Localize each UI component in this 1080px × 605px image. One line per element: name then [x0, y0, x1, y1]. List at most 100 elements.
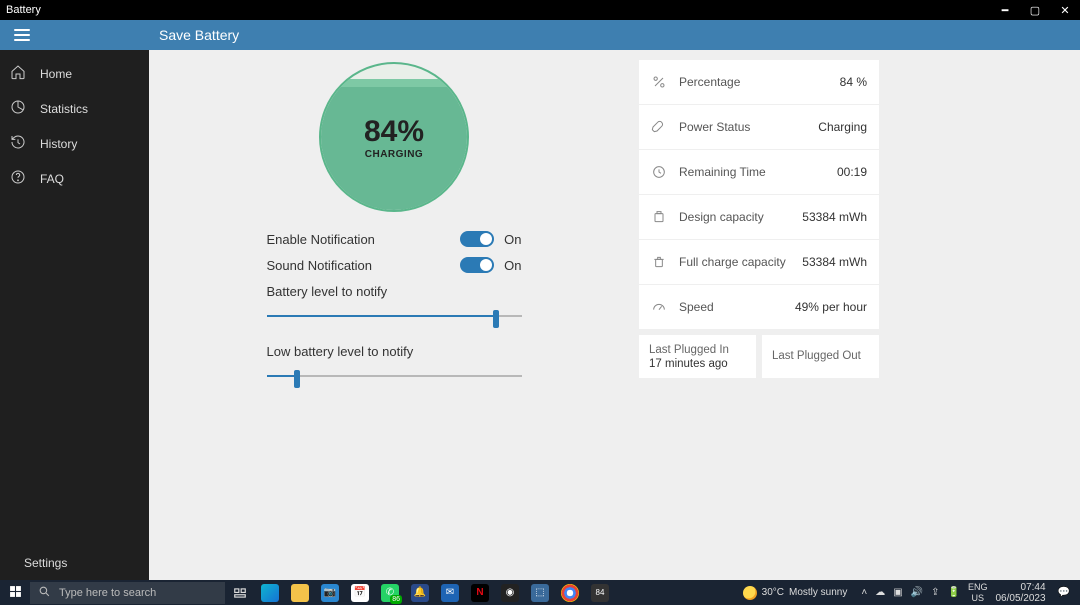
sidebar-item-statistics[interactable]: Statistics: [0, 91, 149, 126]
info-last-plugged-out: Last Plugged Out: [762, 335, 879, 378]
weather-desc: Mostly sunny: [789, 587, 847, 598]
info-value: 84 %: [840, 75, 867, 89]
window-title: Battery: [6, 4, 41, 16]
sidebar-item-faq[interactable]: FAQ: [0, 161, 149, 196]
info-label: Speed: [679, 300, 783, 314]
rocket-icon: [651, 119, 667, 135]
sidebar-item-label: Home: [40, 67, 72, 81]
task-view-button[interactable]: [225, 580, 255, 605]
taskbar-weather[interactable]: 30°C Mostly sunny: [743, 586, 848, 600]
sidebar: Home Statistics History FAQ: [0, 50, 149, 580]
start-button[interactable]: [0, 585, 30, 601]
info-value: 00:19: [837, 165, 867, 179]
sidebar-item-label: Settings: [24, 556, 67, 570]
taskbar-app-figma[interactable]: ◉: [495, 580, 525, 605]
tray-chevron-up-icon[interactable]: ˄: [861, 587, 867, 598]
info-percentage: Percentage 84 %: [639, 60, 879, 104]
info-value: 53384 mWh: [802, 255, 867, 269]
sidebar-item-home[interactable]: Home: [0, 56, 149, 91]
info-value: 49% per hour: [795, 300, 867, 314]
battery-percentage-text: 84%: [364, 115, 424, 149]
taskbar-app-netflix[interactable]: N: [465, 580, 495, 605]
enable-notification-toggle[interactable]: [460, 231, 494, 247]
sound-notification-label: Sound Notification: [267, 258, 461, 273]
sound-notification-state: On: [504, 258, 521, 273]
weather-temp: 30°C: [762, 587, 784, 598]
clock-icon: [651, 164, 667, 180]
taskbar-search-placeholder: Type here to search: [59, 587, 156, 599]
info-speed: Speed 49% per hour: [639, 285, 879, 329]
tray-onedrive-icon[interactable]: ☁: [875, 587, 885, 598]
tray-wifi-icon[interactable]: ⇪: [931, 587, 939, 598]
sidebar-item-label: Statistics: [40, 102, 88, 116]
main-content: 84% CHARGING Enable Notification On Soun…: [149, 50, 1080, 580]
taskbar-app-battery[interactable]: 84: [585, 580, 615, 605]
enable-notification-label: Enable Notification: [267, 232, 461, 247]
search-icon: [38, 585, 51, 601]
info-label: Remaining Time: [679, 165, 825, 179]
help-icon: [10, 169, 26, 188]
info-full-capacity: Full charge capacity 53384 mWh: [639, 240, 879, 284]
info-label: Power Status: [679, 120, 806, 134]
info-label: Full charge capacity: [679, 255, 790, 269]
battery-level-slider[interactable]: [267, 308, 522, 324]
tray-meet-icon[interactable]: ▣: [893, 587, 902, 598]
info-label: Last Plugged Out: [772, 350, 869, 362]
page-title: Save Battery: [159, 27, 239, 43]
info-design-capacity: Design capacity 53384 mWh: [639, 195, 879, 239]
taskbar-app-unknown1[interactable]: 🔔: [405, 580, 435, 605]
system-tray: ˄ ☁ ▣ 🔊 ⇪ 🔋 ENG US 07:44 06/05/2023 💬: [861, 582, 1080, 604]
taskbar-app-edge[interactable]: [255, 580, 285, 605]
low-battery-slider[interactable]: [267, 368, 522, 384]
whatsapp-badge: 86: [390, 595, 402, 604]
tray-battery-icon[interactable]: 🔋: [948, 587, 960, 598]
sidebar-item-settings[interactable]: Settings: [0, 546, 149, 580]
sound-notification-toggle[interactable]: [460, 257, 494, 273]
history-icon: [10, 134, 26, 153]
gauge-icon: [651, 299, 667, 315]
low-battery-slider-label: Low battery level to notify: [267, 344, 522, 359]
info-power-status: Power Status Charging: [639, 105, 879, 149]
sidebar-item-label: FAQ: [40, 172, 64, 186]
taskbar-app-unknown2[interactable]: ⬚: [525, 580, 555, 605]
battery-icon: [651, 209, 667, 225]
sun-icon: [743, 586, 757, 600]
windows-taskbar: Type here to search 📷 📅 ✆86 🔔 ✉ N ◉ ⬚ 84…: [0, 580, 1080, 605]
tray-clock[interactable]: 07:44 06/05/2023: [995, 582, 1045, 604]
percent-icon: [651, 74, 667, 90]
enable-notification-state: On: [504, 232, 521, 247]
taskbar-app-mail[interactable]: ✉: [435, 580, 465, 605]
info-panel: Percentage 84 % Power Status Charging Re…: [639, 60, 879, 580]
app-header: Save Battery: [0, 20, 1080, 50]
tray-volume-icon[interactable]: 🔊: [911, 587, 923, 598]
maximize-button[interactable]: ▢: [1020, 4, 1050, 17]
pie-chart-icon: [10, 99, 26, 118]
sidebar-item-history[interactable]: History: [0, 126, 149, 161]
taskbar-app-whatsapp[interactable]: ✆86: [375, 580, 405, 605]
battery-level-slider-label: Battery level to notify: [267, 284, 522, 299]
taskbar-app-explorer[interactable]: [285, 580, 315, 605]
taskbar-search[interactable]: Type here to search: [30, 582, 225, 604]
taskbar-app-calendar[interactable]: 📅: [345, 580, 375, 605]
tray-notifications-icon[interactable]: 💬: [1054, 587, 1074, 598]
info-label: Percentage: [679, 75, 828, 89]
info-value: Charging: [818, 120, 867, 134]
taskbar-app-chrome[interactable]: [555, 580, 585, 605]
info-value: 53384 mWh: [802, 210, 867, 224]
minimize-button[interactable]: ━: [990, 4, 1020, 17]
info-label: Design capacity: [679, 210, 790, 224]
battery-status-text: CHARGING: [365, 149, 423, 160]
info-remaining-time: Remaining Time 00:19: [639, 150, 879, 194]
info-last-plugged-in: Last Plugged In 17 minutes ago: [639, 335, 756, 378]
window-titlebar: Battery ━ ▢ ✕: [0, 0, 1080, 20]
info-value: 17 minutes ago: [649, 358, 746, 370]
info-label: Last Plugged In: [649, 344, 746, 356]
tray-language[interactable]: ENG US: [968, 582, 988, 604]
taskbar-app-camera[interactable]: 📷: [315, 580, 345, 605]
hamburger-menu-button[interactable]: [4, 20, 39, 50]
battery-gauge: 84% CHARGING: [319, 62, 469, 212]
trash-icon: [651, 254, 667, 270]
home-icon: [10, 64, 26, 83]
close-button[interactable]: ✕: [1050, 4, 1080, 17]
sidebar-item-label: History: [40, 137, 77, 151]
